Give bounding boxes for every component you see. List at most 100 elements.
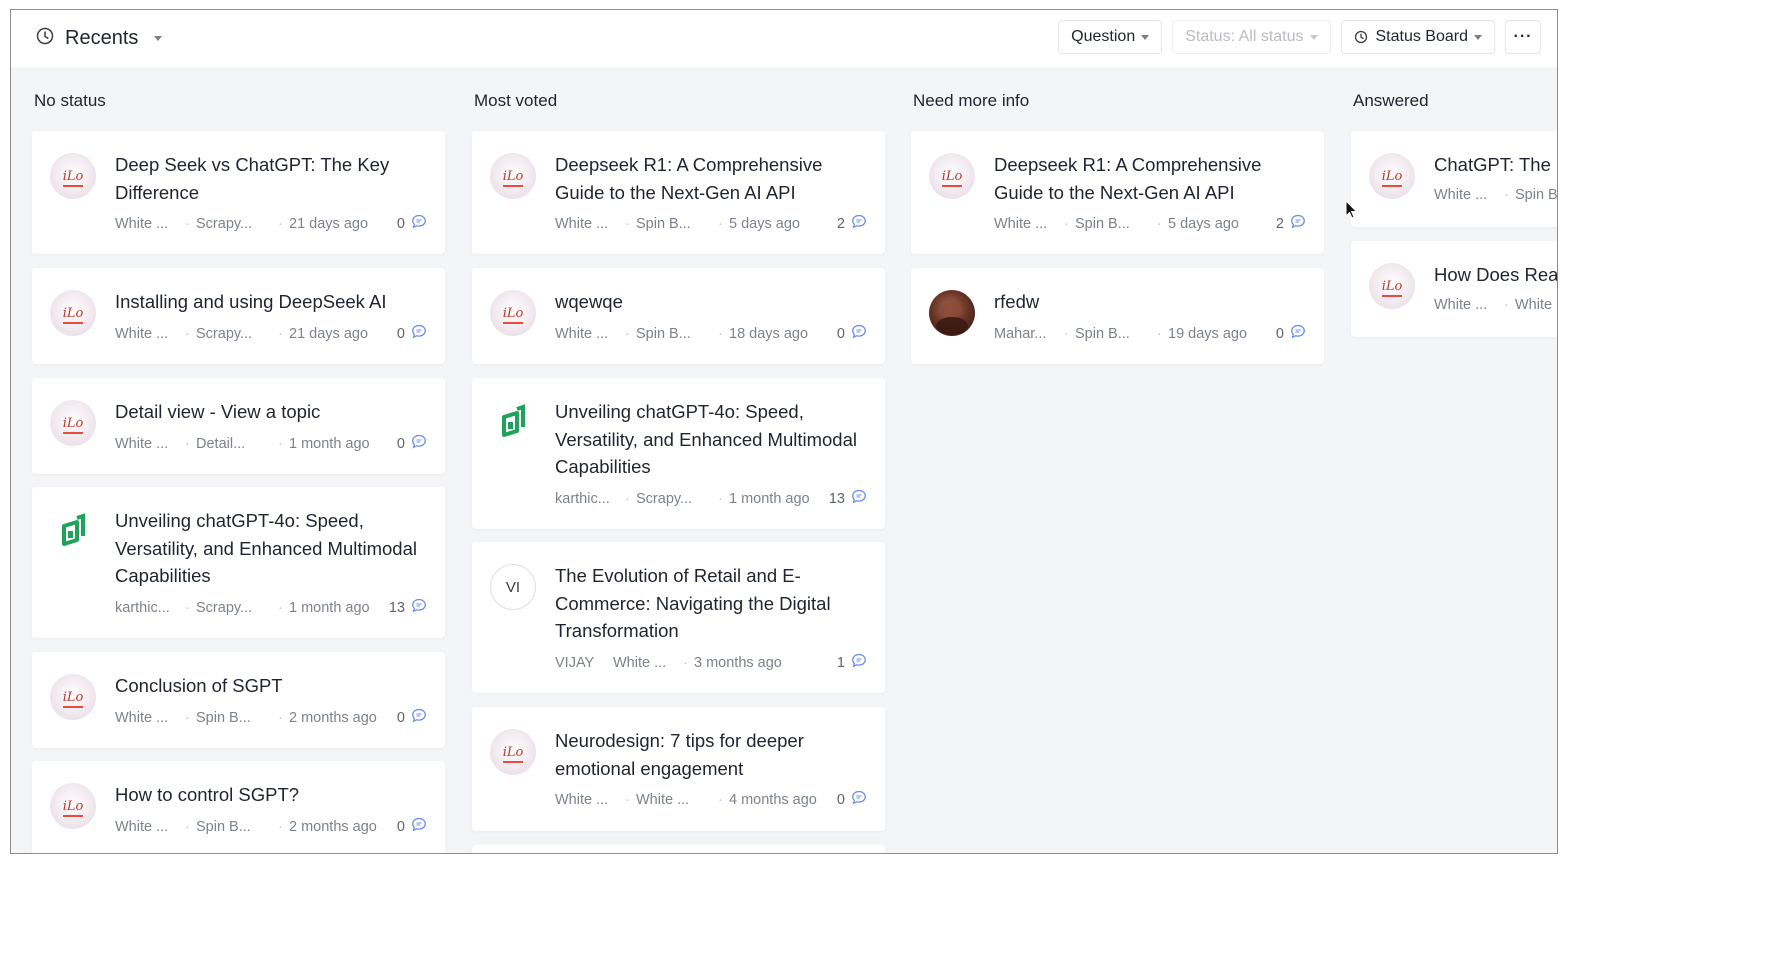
comment-count: 0: [1276, 324, 1306, 343]
comment-count-value: 2: [836, 215, 845, 232]
comment-count-value: 13: [388, 599, 405, 616]
comment-count-value: 0: [396, 709, 405, 726]
topic-card[interactable]: rfedw Mahar... · Spin B... · 19 days ago 0: [911, 268, 1324, 364]
topic-card[interactable]: iLo Detail view - View a topic White ...…: [32, 378, 445, 474]
separator-dot: ·: [1064, 325, 1069, 342]
svg-text:iLo: iLo: [1382, 279, 1403, 294]
topic-card[interactable]: iLo wqewqe White ... · Spin B... · 18 days…: [472, 268, 885, 364]
status-board: No status iLo Deep Seek vs ChatGPT: The …: [11, 67, 1557, 853]
card-title: How to control SGPT?: [115, 784, 300, 805]
topic-card[interactable]: Unveiling chatGPT-4o: Speed, Versatility…: [32, 487, 445, 638]
comment-count-value: 13: [828, 490, 845, 507]
recents-dropdown[interactable]: Recents: [35, 26, 163, 51]
separator-dot: ·: [625, 215, 630, 232]
view-switcher-dropdown[interactable]: Status Board: [1340, 20, 1495, 54]
topic-card[interactable]: iLo How to control SGPT? White ... · Spin…: [32, 761, 445, 853]
card-meta: Mahar... · Spin B... · 19 days ago 0: [994, 324, 1306, 343]
card-author: White ...: [555, 791, 609, 808]
comment-count: 0: [837, 790, 867, 809]
card-category: Detail...: [196, 435, 246, 452]
comment-count: 0: [397, 708, 427, 727]
topic-card[interactable]: iLo How Does Rea White ... · White: [1351, 241, 1557, 337]
card-time: 4 months ago: [729, 791, 817, 808]
view-switcher-label: Status Board: [1375, 28, 1469, 45]
column-title: Most voted: [474, 91, 558, 110]
topic-card[interactable]: iLo Deep Seek vs ChatGPT: The Key Differ…: [32, 131, 445, 254]
card-title: Neurodesign: 7 tips for deeper emotional…: [555, 730, 804, 779]
column-title: No status: [34, 91, 106, 110]
separator-dot: ·: [1504, 187, 1509, 203]
comment-icon: [851, 489, 867, 508]
separator-dot: ·: [278, 818, 283, 835]
svg-text:iLo: iLo: [63, 306, 84, 321]
comment-count: 2: [837, 214, 867, 233]
app-window: Recents Question Status: All status Stat…: [10, 9, 1558, 854]
comment-count: 1: [837, 653, 867, 672]
more-options-button[interactable]: ···: [1505, 20, 1541, 54]
svg-text:iLo: iLo: [503, 745, 524, 760]
topic-card[interactable]: iLo Deepseek R1: A Comprehensive Guide t…: [911, 131, 1324, 254]
topic-card[interactable]: iLo Neurodesign: 7 tips for deeper emoti…: [472, 707, 885, 831]
topic-card[interactable]: Unveiling chatGPT-4o: Speed, Versatility…: [472, 378, 885, 529]
svg-text:iLo: iLo: [63, 416, 84, 431]
separator-dot: ·: [278, 215, 283, 232]
card-meta: White ... · Scrapy... · 21 days ago 0: [115, 324, 427, 343]
chevron-down-icon: [154, 36, 163, 41]
topic-card[interactable]: [472, 845, 885, 853]
card-title: Installing and using DeepSeek AI: [115, 291, 387, 312]
card-category: White ...: [613, 654, 667, 671]
avatar-initials: VI: [490, 564, 536, 610]
topic-card[interactable]: iLo Installing and using DeepSeek AI Whi…: [32, 268, 445, 364]
comment-icon: [411, 817, 427, 836]
topic-card[interactable]: iLo ChatGPT: The I White ... · Spin B: [1351, 131, 1557, 227]
avatar: iLo: [50, 153, 96, 199]
topic-card[interactable]: VI The Evolution of Retail and E-Commerc…: [472, 542, 885, 693]
card-category: Spin B...: [196, 709, 251, 726]
topic-card[interactable]: iLo Deepseek R1: A Comprehensive Guide t…: [472, 131, 885, 254]
card-title: Conclusion of SGPT: [115, 675, 283, 696]
card-author: Mahar...: [994, 325, 1047, 342]
card-meta: White ... · Spin B... · 2 months ago 0: [115, 708, 427, 727]
question-type-dropdown[interactable]: Question: [1058, 20, 1163, 54]
card-meta: karthic... · Scrapy... · 1 month ago 13: [115, 598, 427, 617]
card-meta: karthic... · Scrapy... · 1 month ago 13: [555, 489, 867, 508]
card-meta: White ... · Spin B... · 18 days ago 0: [555, 324, 867, 343]
avatar: iLo: [929, 153, 975, 199]
card-title: Detail view - View a topic: [115, 401, 321, 422]
status-filter-dropdown[interactable]: Status: All status: [1172, 20, 1331, 54]
comment-icon: [411, 708, 427, 727]
comment-count-value: 0: [836, 791, 845, 808]
card-meta: White ... · Spin B... · 2 months ago 0: [115, 817, 427, 836]
topic-card[interactable]: iLo Conclusion of SGPT White ... · Spin B…: [32, 652, 445, 748]
card-time: 5 days ago: [1168, 215, 1239, 232]
column-title: Need more info: [913, 91, 1030, 110]
card-title: Unveiling chatGPT-4o: Speed, Versatility…: [555, 401, 857, 477]
card-author: VIJAY: [555, 654, 595, 671]
column-answered: Answered iLo ChatGPT: The I White ... · S…: [1351, 67, 1557, 853]
card-title: Deepseek R1: A Comprehensive Guide to th…: [555, 154, 823, 203]
card-meta: White ... · Detail... · 1 month ago 0: [115, 434, 427, 453]
comment-icon: [411, 324, 427, 343]
column-need-more-info: Need more info iLo Deepseek R1: A Compre…: [911, 67, 1324, 853]
separator-dot: ·: [683, 654, 688, 671]
chevron-down-icon: [1141, 34, 1150, 40]
comment-count: 0: [397, 434, 427, 453]
card-category: Scrapy...: [636, 490, 693, 507]
card-category: White: [1515, 297, 1553, 313]
card-category: Spin B...: [1075, 215, 1130, 232]
card-author: White ...: [994, 215, 1048, 232]
card-meta: White ... · Spin B... · 5 days ago 2: [994, 214, 1306, 233]
card-title: rfedw: [994, 291, 1040, 312]
separator-dot: ·: [1157, 325, 1162, 342]
card-time: 1 month ago: [289, 599, 370, 616]
comment-count-value: 0: [396, 818, 405, 835]
avatar: iLo: [1369, 263, 1415, 309]
card-category: Spin B...: [1075, 325, 1130, 342]
comment-count-value: 2: [1275, 215, 1284, 232]
separator-dot: ·: [278, 599, 283, 616]
avatar: iLo: [1369, 153, 1415, 199]
separator-dot: ·: [625, 325, 630, 342]
column-no-status: No status iLo Deep Seek vs ChatGPT: The …: [32, 67, 445, 853]
card-meta: White ... · White: [1434, 297, 1557, 313]
chevron-down-icon: [1474, 34, 1482, 40]
